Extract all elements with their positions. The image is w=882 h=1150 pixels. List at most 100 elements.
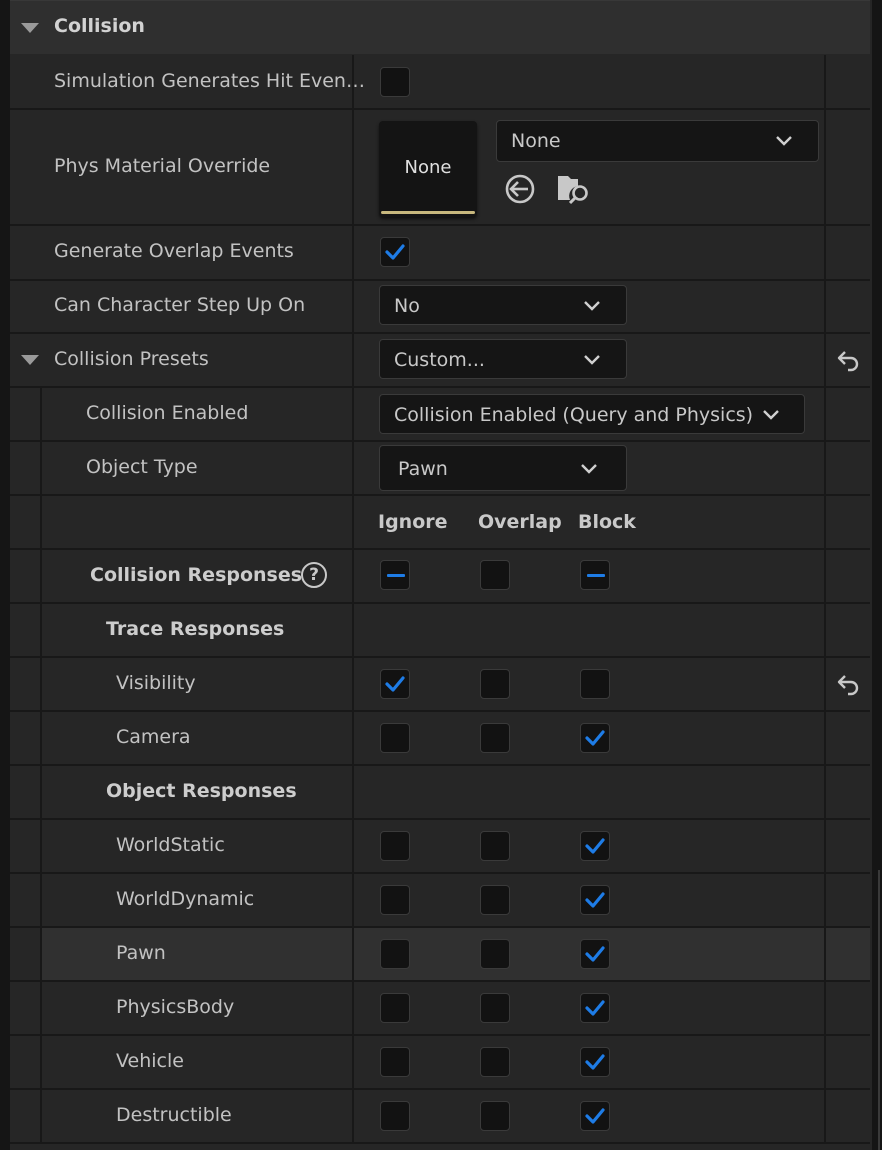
gen-overlap-checkbox[interactable] <box>380 237 410 267</box>
property-label: Generate Overlap Events <box>54 240 294 262</box>
response-label: Vehicle <box>116 1050 184 1072</box>
block-checkbox[interactable] <box>580 1047 610 1077</box>
property-label: Collision Presets <box>54 348 209 370</box>
response-label: Pawn <box>116 942 166 964</box>
checkmark-icon <box>585 1054 605 1070</box>
browse-folder-icon[interactable] <box>556 172 592 206</box>
responses-overlap-checkbox[interactable] <box>480 560 510 590</box>
block-checkbox[interactable] <box>580 885 610 915</box>
property-row-sim-hit: Simulation Generates Hit Even… <box>10 55 870 110</box>
overlap-checkbox[interactable] <box>480 939 510 969</box>
ignore-checkbox[interactable] <box>380 723 410 753</box>
responses-block-checkbox[interactable] <box>580 560 610 590</box>
ignore-checkbox[interactable] <box>380 669 410 699</box>
response-row: Vehicle <box>10 1036 870 1090</box>
section-title: Collision <box>54 15 145 37</box>
use-selected-asset-icon[interactable] <box>504 173 536 205</box>
response-row: Destructible <box>10 1090 870 1144</box>
chevron-down-icon <box>584 301 600 311</box>
overlap-checkbox[interactable] <box>480 993 510 1023</box>
column-header-overlap: Overlap <box>478 511 562 533</box>
overlap-checkbox[interactable] <box>480 1047 510 1077</box>
ignore-checkbox[interactable] <box>380 1047 410 1077</box>
property-label: Phys Material Override <box>54 155 271 177</box>
minus-icon <box>587 574 605 577</box>
property-label: Collision Enabled <box>86 402 249 424</box>
ignore-checkbox[interactable] <box>380 939 410 969</box>
block-checkbox[interactable] <box>580 939 610 969</box>
response-row: Visibility <box>10 658 870 712</box>
object-type-dropdown[interactable]: Pawn <box>379 445 627 491</box>
property-row-gen-overlap: Generate Overlap Events <box>10 226 870 281</box>
property-row-enabled: Collision Enabled Collision Enabled (Que… <box>10 388 870 442</box>
trace-responses-group: Trace Responses <box>10 604 870 658</box>
property-label: Can Character Step Up On <box>54 294 306 316</box>
overlap-checkbox[interactable] <box>480 669 510 699</box>
triangle-down-icon[interactable] <box>21 23 39 33</box>
property-row-object-type: Object Type Pawn <box>10 442 870 496</box>
column-header-block: Block <box>578 511 636 533</box>
reset-arrow-icon[interactable] <box>836 348 860 372</box>
block-checkbox[interactable] <box>580 993 610 1023</box>
property-row-collision-responses: Collision Responses ? <box>10 550 870 604</box>
object-responses-group: Object Responses <box>10 766 870 820</box>
ignore-checkbox[interactable] <box>380 885 410 915</box>
phys-material-thumbnail[interactable]: None <box>379 121 477 217</box>
property-row-step-up: Can Character Step Up On No <box>10 281 870 334</box>
response-row: Pawn <box>10 928 870 982</box>
checkmark-icon <box>585 838 605 854</box>
response-row: WorldStatic <box>10 820 870 874</box>
checkmark-icon <box>585 1108 605 1124</box>
ignore-checkbox[interactable] <box>380 993 410 1023</box>
block-checkbox[interactable] <box>580 1101 610 1131</box>
column-header-ignore: Ignore <box>378 511 448 533</box>
response-label: WorldStatic <box>116 834 225 856</box>
property-label: Collision Responses <box>90 564 303 586</box>
chevron-down-icon <box>776 136 792 146</box>
checkmark-icon <box>585 946 605 962</box>
group-label: Object Responses <box>106 780 297 802</box>
overlap-checkbox[interactable] <box>480 723 510 753</box>
chevron-down-icon <box>581 464 597 474</box>
block-checkbox[interactable] <box>580 723 610 753</box>
collision-section-header[interactable]: Collision <box>10 0 870 54</box>
response-label: Visibility <box>116 672 196 694</box>
responses-ignore-checkbox[interactable] <box>380 560 410 590</box>
overlap-checkbox[interactable] <box>480 885 510 915</box>
chevron-down-icon <box>763 410 779 420</box>
response-label: Camera <box>116 726 191 748</box>
checkmark-icon <box>585 730 605 746</box>
response-row: PhysicsBody <box>10 982 870 1036</box>
checkmark-icon <box>585 1000 605 1016</box>
phys-material-dropdown[interactable]: None <box>496 120 819 162</box>
details-panel: Collision Simulation Generates Hit Even…… <box>10 0 872 1150</box>
response-column-header-row: Ignore Overlap Block <box>10 496 870 550</box>
response-row: WorldDynamic <box>10 874 870 928</box>
response-label: PhysicsBody <box>116 996 235 1018</box>
group-label: Trace Responses <box>106 618 285 640</box>
response-label: WorldDynamic <box>116 888 255 910</box>
block-checkbox[interactable] <box>580 831 610 861</box>
ignore-checkbox[interactable] <box>380 831 410 861</box>
scrollbar[interactable] <box>878 870 880 1150</box>
overlap-checkbox[interactable] <box>480 831 510 861</box>
checkmark-icon <box>385 244 405 260</box>
block-checkbox[interactable] <box>580 669 610 699</box>
presets-dropdown[interactable]: Custom... <box>379 339 627 379</box>
step-up-dropdown[interactable]: No <box>379 285 627 325</box>
property-label: Simulation Generates Hit Even… <box>54 70 365 92</box>
minus-icon <box>387 574 405 577</box>
checkmark-icon <box>585 892 605 908</box>
help-circle-icon[interactable]: ? <box>301 562 327 588</box>
overlap-checkbox[interactable] <box>480 1101 510 1131</box>
checkmark-icon <box>385 676 405 692</box>
collision-enabled-dropdown[interactable]: Collision Enabled (Query and Physics) <box>379 394 805 434</box>
property-label: Object Type <box>86 456 198 478</box>
response-label: Destructible <box>116 1104 232 1126</box>
triangle-down-icon[interactable] <box>21 355 39 365</box>
sim-hit-checkbox[interactable] <box>380 67 410 97</box>
reset-arrow-icon[interactable] <box>836 672 860 696</box>
response-row: Camera <box>10 712 870 766</box>
property-row-presets: Collision Presets Custom... <box>10 334 870 388</box>
ignore-checkbox[interactable] <box>380 1101 410 1131</box>
